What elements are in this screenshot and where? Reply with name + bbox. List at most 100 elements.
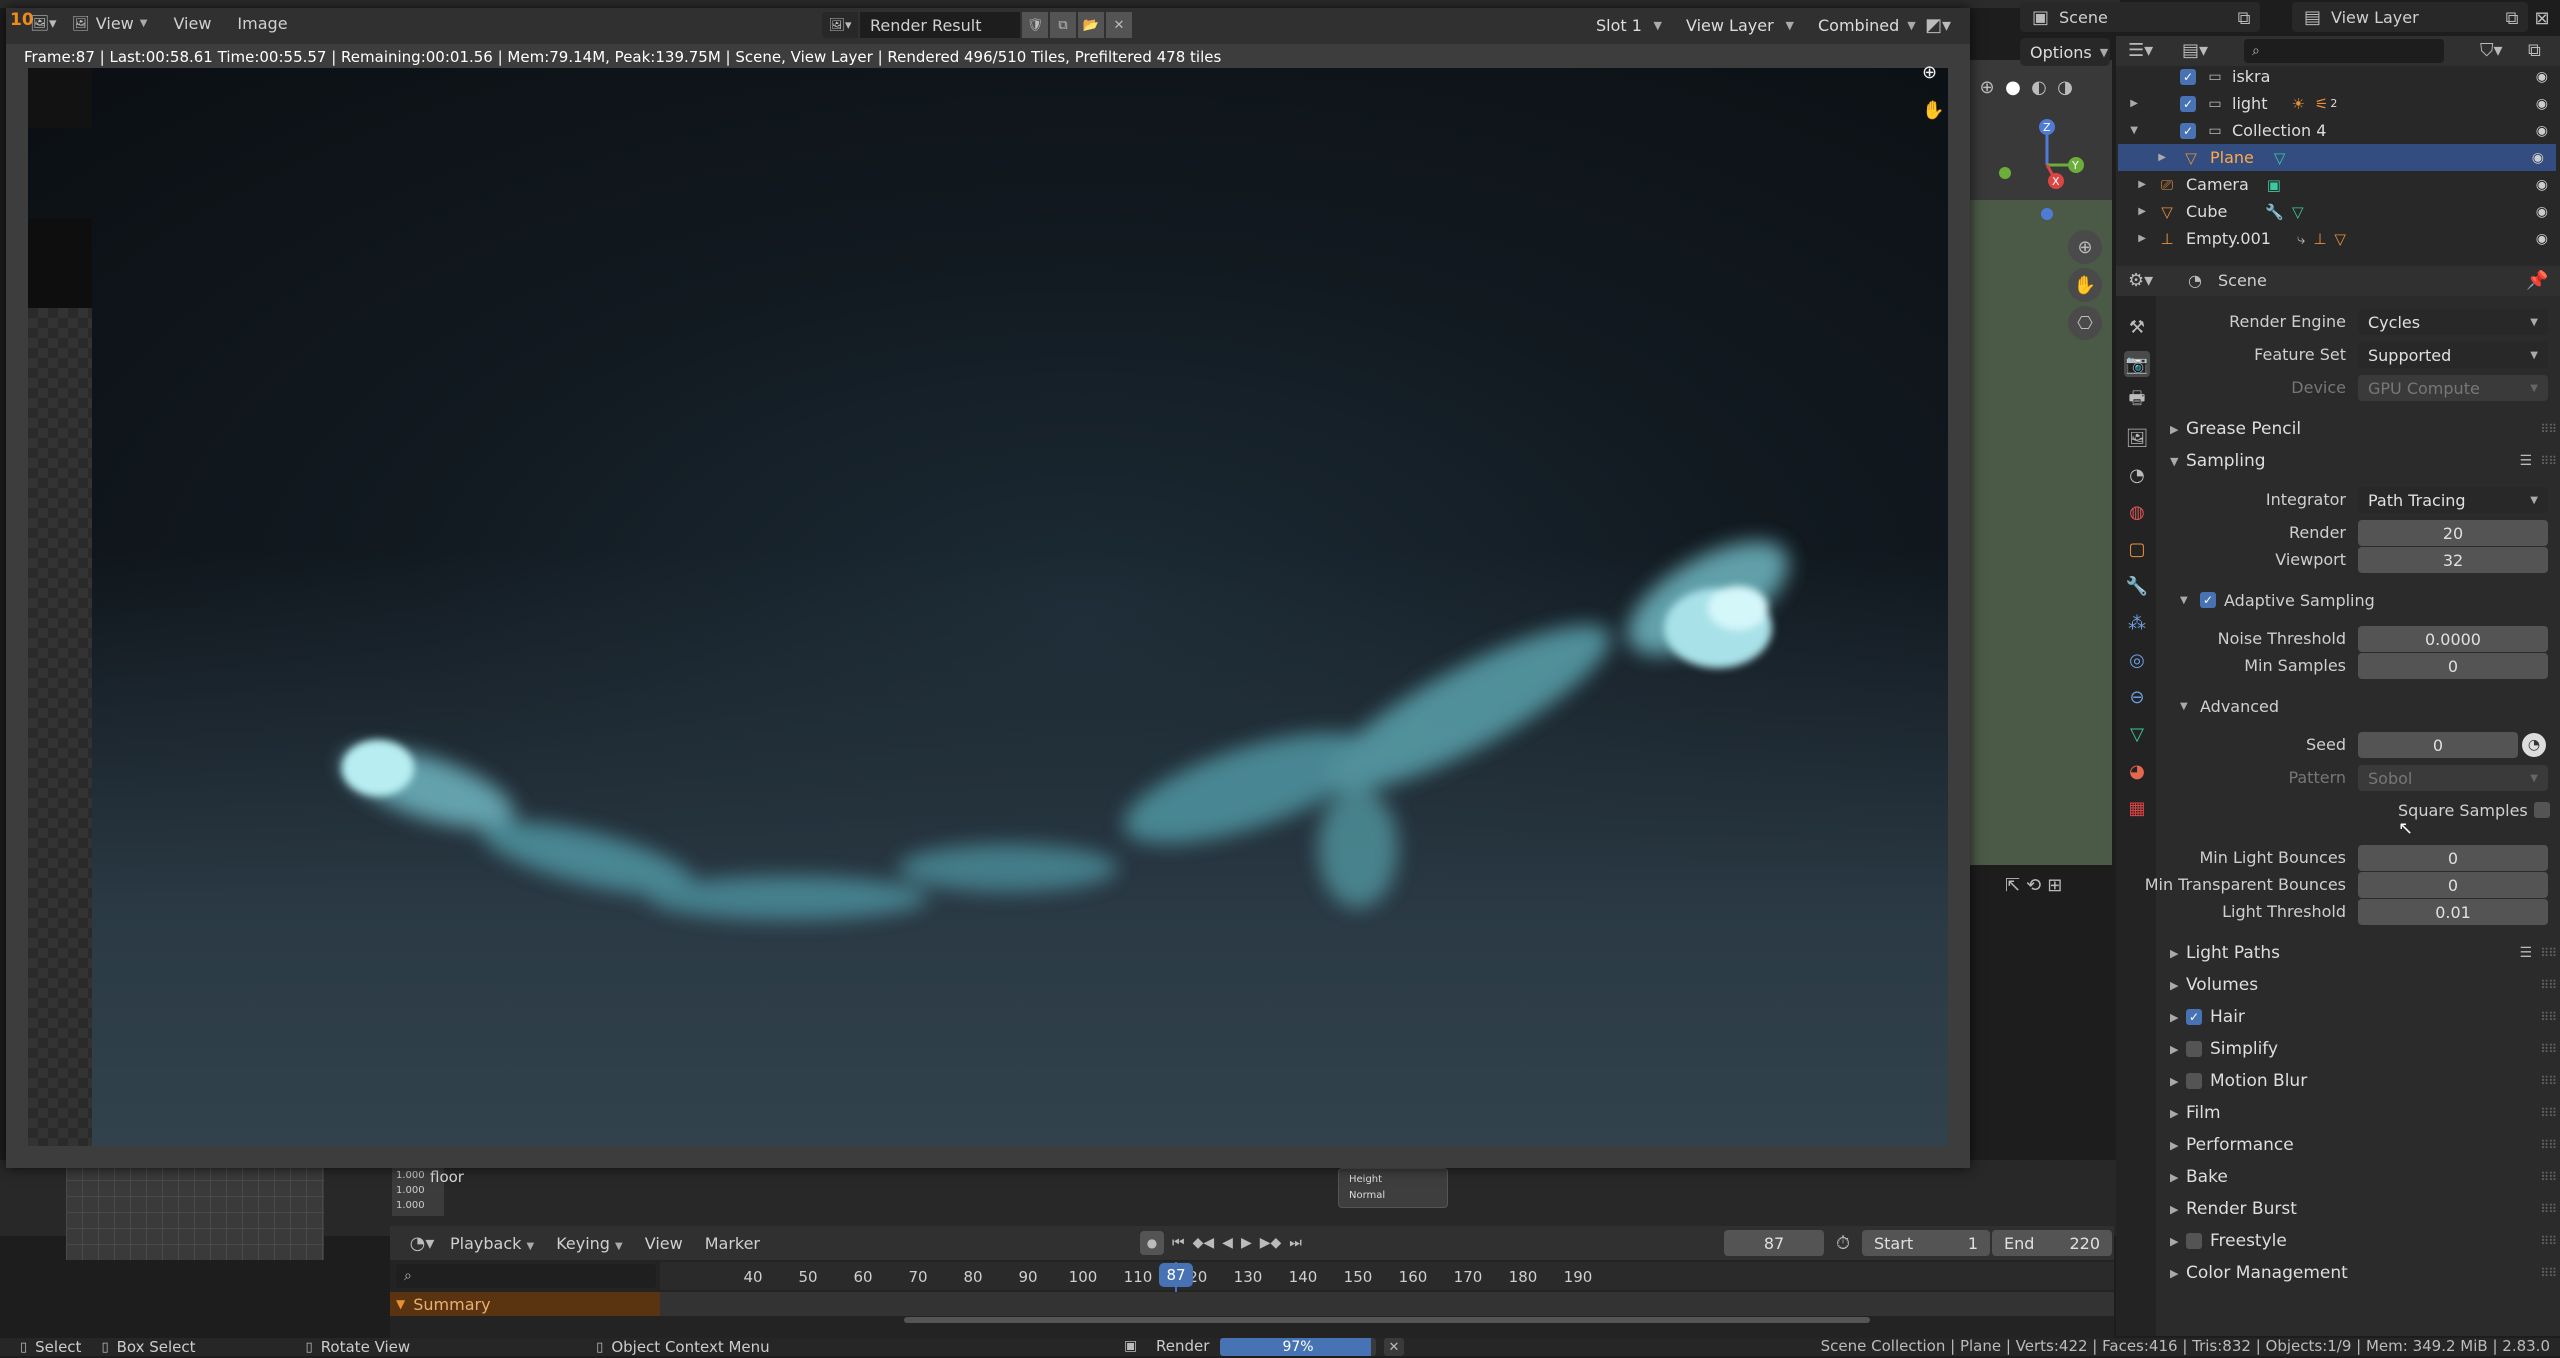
filter-icon[interactable]: ⛉▾ [2480, 40, 2503, 61]
hair-checkbox[interactable]: ✓ [2186, 1009, 2202, 1025]
jump-start-icon[interactable]: ⏮ [1172, 1235, 1185, 1251]
section-light-paths[interactable]: ▶ Light Paths ☰ ⠿⠿ [2164, 938, 2557, 968]
pan-image-icon[interactable]: ✋ [1922, 100, 1944, 121]
end-frame-field[interactable]: End 220 [1992, 1230, 2112, 1256]
outliner-row-iskra[interactable]: ✓ ▭ iskra ◉ [2120, 63, 2560, 90]
device-dropdown[interactable]: GPU Compute ▼ [2358, 375, 2548, 401]
timeline-scrollbar[interactable] [904, 1317, 1870, 1323]
section-film[interactable]: ▶ Film ⠿⠿ [2164, 1098, 2557, 1128]
new-view-layer-icon[interactable]: ⧉ [2500, 6, 2524, 30]
outliner-editor-type-icon[interactable]: ☰▾ [2128, 40, 2153, 61]
mode-view-menu[interactable]: 🖼 View ▼ [72, 14, 147, 33]
eye-icon[interactable]: ◉ [2536, 204, 2548, 220]
presets-icon[interactable]: ☰ [2519, 453, 2532, 469]
pass-dropdown[interactable]: Combined ▼ [1808, 12, 1916, 38]
image-menu[interactable]: Image [237, 14, 287, 33]
integrator-dropdown[interactable]: Path Tracing ▼ [2358, 487, 2548, 513]
image-name-field[interactable]: Render Result [860, 12, 1020, 38]
keying-menu[interactable]: Keying ▼ [556, 1234, 623, 1253]
slot-dropdown[interactable]: Slot 1 ▼ [1586, 12, 1672, 38]
section-simplify[interactable]: ▶ Simplify ⠿⠿ [2164, 1034, 2557, 1064]
prev-keyframe-icon[interactable]: ◆◀ [1193, 1235, 1215, 1251]
outliner-row-cube[interactable]: ▶ ▽ Cube 🔧 ▽ ◉ [2120, 198, 2560, 225]
min-samples-field[interactable]: 0 [2358, 653, 2548, 679]
start-frame-field[interactable]: Start 1 [1862, 1230, 1990, 1256]
eye-icon[interactable]: ◉ [2536, 96, 2548, 112]
min-light-bounces-field[interactable]: 0 [2358, 845, 2548, 871]
eye-icon[interactable]: ◉ [2536, 231, 2548, 247]
scene-selector[interactable]: ▣ Scene [2020, 2, 2260, 32]
open-image-icon[interactable]: 📂 [1078, 12, 1104, 38]
proportional-icon[interactable]: ⟲ [2026, 872, 2041, 898]
simplify-checkbox[interactable] [2186, 1041, 2202, 1057]
pattern-dropdown[interactable]: Sobol ▼ [2358, 765, 2548, 791]
outliner-search[interactable]: ⌕ [2244, 39, 2444, 63]
section-bake[interactable]: ▶ Bake ⠿⠿ [2164, 1162, 2557, 1192]
outliner-row-light[interactable]: ▶ ✓ ▭ light ☀ ⚟ 2 ◉ [2120, 90, 2560, 117]
pan-view-icon[interactable]: ✋ [2068, 268, 2102, 302]
display-channels-icon[interactable]: ◩▾ [1918, 12, 1958, 38]
play-reverse-icon[interactable]: ◀ [1222, 1235, 1233, 1251]
editor-type-clock-icon[interactable]: ◔▾ [402, 1230, 442, 1256]
constraint-tab-icon[interactable]: ⊖ [2124, 684, 2150, 710]
seed-field[interactable]: 0 [2358, 732, 2518, 758]
view-menu[interactable]: View [173, 14, 211, 33]
viewport-bottom-tools[interactable]: ⇱ ⟲ ⊞ [2005, 872, 2111, 898]
solid-shading-icon[interactable]: ● [2001, 74, 2025, 100]
marker-menu[interactable]: Marker [705, 1234, 760, 1253]
section-performance[interactable]: ▶ Performance ⠿⠿ [2164, 1130, 2557, 1160]
view-layer-dropdown[interactable]: View Layer ▼ [1676, 12, 1804, 38]
section-grease-pencil[interactable]: ▶ Grease Pencil ⠿⠿ [2164, 414, 2557, 444]
image-browse[interactable]: 🖼▾ [822, 12, 858, 38]
outliner-row-empty[interactable]: ▶ ⊥ Empty.001 ⤷ ⊥ ▽ ◉ [2120, 225, 2560, 252]
square-samples-checkbox[interactable] [2534, 802, 2550, 818]
min-transparent-bounces-field[interactable]: 0 [2358, 872, 2548, 898]
camera-view-icon[interactable]: ⎔ [2068, 306, 2102, 340]
render-samples-field[interactable]: 20 [2358, 520, 2548, 546]
adaptive-sampling-checkbox[interactable]: ✓ [2200, 592, 2216, 608]
viewport-samples-field[interactable]: 32 [2358, 547, 2548, 573]
section-freestyle[interactable]: ▶ Freestyle ⠿⠿ [2164, 1226, 2557, 1256]
outliner-row-collection-4[interactable]: ▼ ✓ ▭ Collection 4 ◉ [2120, 117, 2560, 144]
eye-icon[interactable]: ◉ [2536, 123, 2548, 139]
pin-icon[interactable]: 📌 [2526, 270, 2548, 291]
timeline-ruler[interactable] [660, 1262, 2114, 1290]
stopwatch-icon[interactable]: ⏱ [1830, 1230, 1856, 1256]
data-tab-icon[interactable]: ▽ [2124, 721, 2150, 747]
wireframe-shading-icon[interactable]: ⊕ [1975, 74, 1999, 100]
eye-icon[interactable]: ◉ [2536, 177, 2548, 193]
properties-editor-type-icon[interactable]: ⚙▾ [2128, 270, 2153, 291]
outliner-display-mode-icon[interactable]: ▤▾ [2182, 40, 2208, 61]
eye-icon[interactable]: ◉ [2532, 150, 2544, 166]
node-box[interactable]: Height Normal [1338, 1168, 1448, 1208]
timeline-view-menu[interactable]: View [645, 1234, 683, 1253]
particles-tab-icon[interactable]: ⁂ [2124, 610, 2150, 636]
timeline-search[interactable]: ⌕ [396, 1264, 656, 1288]
render-engine-dropdown[interactable]: Cycles ▼ [2358, 309, 2548, 335]
zoom-view-icon[interactable]: ⊕ [2068, 230, 2102, 264]
eye-icon[interactable]: ◉ [2536, 69, 2548, 85]
options-dropdown[interactable]: Options ▼ [2020, 38, 2110, 66]
new-image-icon[interactable]: ⧉ [1050, 12, 1076, 38]
advanced-subpanel[interactable]: ▼ Advanced [2180, 692, 2279, 720]
view-layer-tab-icon[interactable]: 🖼 [2124, 425, 2150, 451]
modifier-tab-icon[interactable]: 🔧 [2124, 573, 2150, 599]
playback-menu[interactable]: Playback ▼ [450, 1234, 534, 1253]
image-editor-type-icon[interactable]: 🖼▾ [30, 14, 57, 32]
section-sampling[interactable]: ▼ Sampling ☰ ⠿⠿ [2164, 446, 2557, 476]
section-color-management[interactable]: ▶ Color Management ⠿⠿ [2164, 1258, 2557, 1288]
record-icon[interactable]: ● [1140, 1231, 1164, 1255]
light-threshold-field[interactable]: 0.01 [2358, 899, 2548, 925]
remove-view-layer-icon[interactable]: ⊠ [2530, 6, 2554, 30]
iskra-checkbox[interactable]: ✓ [2180, 68, 2196, 85]
fake-user-icon[interactable]: 🛡 [1022, 12, 1048, 38]
feature-set-dropdown[interactable]: Supported ▼ [2358, 342, 2548, 368]
material-shading-icon[interactable]: ◐ [2027, 74, 2051, 100]
section-motion-blur[interactable]: ▶ Motion Blur ⠿⠿ [2164, 1066, 2557, 1096]
square-samples-row[interactable]: Square Samples [2398, 798, 2550, 822]
world-tab-icon[interactable]: ◍ [2124, 499, 2150, 525]
summary-row[interactable]: ▼ Summary [390, 1292, 660, 1316]
light-checkbox[interactable]: ✓ [2180, 95, 2196, 112]
view-layer-selector[interactable]: ▤ View Layer [2292, 2, 2528, 32]
physics-tab-icon[interactable]: ◎ [2124, 647, 2150, 673]
